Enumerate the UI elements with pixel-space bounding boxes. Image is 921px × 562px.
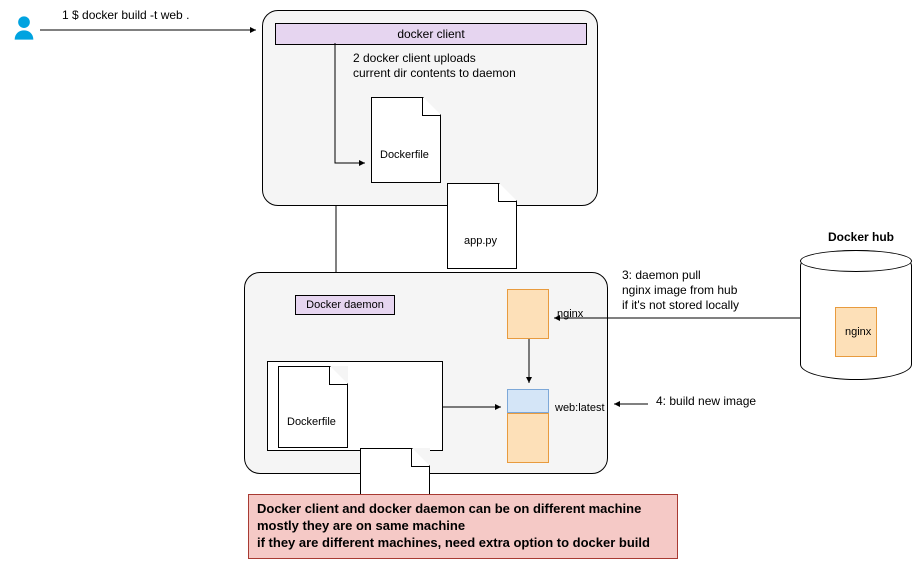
user-icon [10,14,38,42]
hub-nginx-label: nginx [845,325,871,339]
docker-client-label: docker client [275,23,587,45]
docker-hub-cylinder: nginx [800,250,912,380]
daemon-files-group: Dockerfile app.py [267,361,443,451]
file-apppy-label: app.py [464,234,497,248]
daemon-nginx-label: nginx [557,307,583,321]
note-line3: if they are different machines, need ext… [257,535,669,552]
file-dockerfile: Dockerfile [371,97,441,183]
weblatest-bottom [507,413,549,463]
weblatest-top [507,389,549,413]
weblatest-label: web:latest [555,401,605,415]
file-apppy: app.py [447,183,517,269]
file-dockerfile-label: Dockerfile [380,148,429,162]
note-box: Docker client and docker daemon can be o… [248,494,678,559]
daemon-file-dockerfile-label: Dockerfile [287,415,336,429]
step3-line3: if it's not stored locally [622,298,739,314]
arrow-nginx-to-web [525,339,535,389]
step3-line2: nginx image from hub [622,283,737,299]
docker-hub-title: Docker hub [828,230,894,246]
daemon-file-dockerfile: Dockerfile [278,366,348,448]
docker-daemon-container: Docker daemon Dockerfile app.py nginx we… [244,272,608,474]
docker-client-container: docker client 2 docker client uploads cu… [262,10,598,206]
step4-label: 4: build new image [656,394,756,410]
step2-line1: 2 docker client uploads [353,51,476,67]
daemon-nginx-image [507,289,549,339]
arrow-files-to-web [443,403,507,413]
note-line2: mostly they are on same machine [257,518,669,535]
arrow-step4 [608,400,650,410]
step3-line1: 3: daemon pull [622,268,701,284]
step1-label: 1 $ docker build -t web . [62,8,189,24]
docker-daemon-label: Docker daemon [295,295,395,315]
arrow-user-to-client [40,26,262,36]
step2-line2: current dir contents to daemon [353,66,516,82]
note-line1: Docker client and docker daemon can be o… [257,501,669,518]
